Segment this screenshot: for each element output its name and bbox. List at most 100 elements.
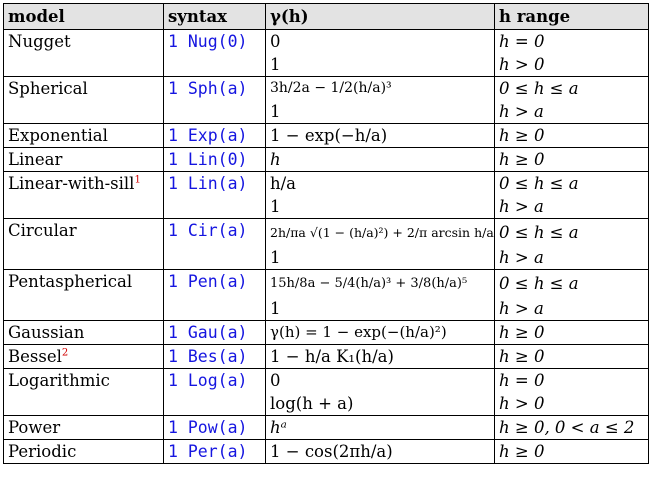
header-range: h range xyxy=(494,3,649,30)
range-cell: 0 ≤ h ≤ a h > a xyxy=(494,218,649,270)
range-line: h > a xyxy=(499,248,544,267)
model-cell: Gaussian xyxy=(3,320,164,345)
model-cell: Linear-with-sill1 xyxy=(3,171,164,219)
gamma-line: 1 xyxy=(270,197,281,216)
table-row-linear: Linear 1 Lin(0) h h ≥ 0 xyxy=(3,147,649,172)
model-cell: Nugget xyxy=(3,29,164,77)
range-line: 0 ≤ h ≤ a xyxy=(499,274,579,293)
table-row-pentaspherical: Pentaspherical 1 Pen(a) 15h/8a − 5/4(h/a… xyxy=(3,269,649,321)
table-row-periodic: Periodic 1 Per(a) 1 − cos(2πh/a) h ≥ 0 xyxy=(3,439,649,464)
model-cell: Linear xyxy=(3,147,164,172)
table-row-bessel: Bessel2 1 Bes(a) 1 − h/a K₁(h/a) h ≥ 0 xyxy=(3,344,649,369)
gamma-line: 1 − exp(−h/a) xyxy=(270,126,388,145)
table-row-power: Power 1 Pow(a) hᵃ h ≥ 0, 0 < a ≤ 2 xyxy=(3,415,649,440)
header-syntax: syntax xyxy=(163,3,266,30)
footnote-mark[interactable]: 1 xyxy=(134,175,140,186)
range-line: h = 0 xyxy=(499,371,545,390)
gamma-line: 0 xyxy=(270,371,281,390)
gamma-line: 2h/πa √(1 − (h/a)²) + 2/π arcsin h/a xyxy=(270,225,494,240)
syntax-cell: 1 Gau(a) xyxy=(163,320,266,345)
gamma-line: 15h/8a − 5/4(h/a)³ + 3/8(h/a)⁵ xyxy=(270,276,468,291)
gamma-line: 3h/2a − 1/2(h/a)³ xyxy=(270,80,392,96)
range-line: 0 ≤ h ≤ a xyxy=(499,79,579,98)
syntax-cell: 1 Lin(a) xyxy=(163,171,266,219)
syntax-cell: 1 Pow(a) xyxy=(163,415,266,440)
range-line: h > a xyxy=(499,299,544,318)
model-label: Bessel xyxy=(8,347,62,366)
range-cell: 0 ≤ h ≤ a h > a xyxy=(494,171,649,219)
range-cell: 0 ≤ h ≤ a h > a xyxy=(494,76,649,124)
table-row-exponential: Exponential 1 Exp(a) 1 − exp(−h/a) h ≥ 0 xyxy=(3,123,649,148)
table-row-nugget: Nugget 1 Nug(0) 0 1 h = 0 h > 0 xyxy=(3,29,649,77)
range-line: h > a xyxy=(499,102,544,121)
syntax-cell: 1 Bes(a) xyxy=(163,344,266,369)
gamma-cell: 1 − h/a K₁(h/a) xyxy=(265,344,495,369)
range-line: h ≥ 0 xyxy=(499,323,545,342)
gamma-line: log(h + a) xyxy=(270,394,354,413)
gamma-cell: 1 − cos(2πh/a) xyxy=(265,439,495,464)
model-cell: Power xyxy=(3,415,164,440)
model-cell: Logarithmic xyxy=(3,368,164,416)
model-cell: Bessel2 xyxy=(3,344,164,369)
syntax-cell: 1 Lin(0) xyxy=(163,147,266,172)
gamma-line: h/a xyxy=(270,174,297,193)
range-cell: h = 0 h > 0 xyxy=(494,368,649,416)
gamma-line: 1 xyxy=(270,248,281,267)
range-cell: h ≥ 0 xyxy=(494,123,649,148)
syntax-cell: 1 Per(a) xyxy=(163,439,266,464)
gamma-cell: 15h/8a − 5/4(h/a)³ + 3/8(h/a)⁵ 1 xyxy=(265,269,495,321)
range-cell: h ≥ 0 xyxy=(494,439,649,464)
model-cell: Exponential xyxy=(3,123,164,148)
gamma-line: 1 xyxy=(270,55,281,74)
range-cell: 0 ≤ h ≤ a h > a xyxy=(494,269,649,321)
model-label: Linear-with-sill xyxy=(8,174,135,193)
range-cell: h ≥ 0 xyxy=(494,147,649,172)
model-cell: Pentaspherical xyxy=(3,269,164,321)
model-cell: Spherical xyxy=(3,76,164,124)
gamma-cell: 0 1 xyxy=(265,29,495,77)
gamma-cell: h/a 1 xyxy=(265,171,495,219)
gamma-line: h xyxy=(270,150,281,169)
table-row-logarithmic: Logarithmic 1 Log(a) 0 log(h + a) h = 0 … xyxy=(3,368,649,416)
gamma-line: 1 − h/a K₁(h/a) xyxy=(270,347,394,366)
range-cell: h ≥ 0 xyxy=(494,344,649,369)
table-row-spherical: Spherical 1 Sph(a) 3h/2a − 1/2(h/a)³ 1 0… xyxy=(3,76,649,124)
gamma-cell: 3h/2a − 1/2(h/a)³ 1 xyxy=(265,76,495,124)
range-line: h ≥ 0, 0 < a ≤ 2 xyxy=(499,418,635,437)
range-line: h ≥ 0 xyxy=(499,126,545,145)
range-cell: h ≥ 0, 0 < a ≤ 2 xyxy=(494,415,649,440)
gamma-line: 0 xyxy=(270,32,281,51)
syntax-cell: 1 Exp(a) xyxy=(163,123,266,148)
gamma-cell: γ(h) = 1 − exp(−(h/a)²) xyxy=(265,320,495,345)
gamma-cell: 0 log(h + a) xyxy=(265,368,495,416)
range-line: h > 0 xyxy=(499,394,545,413)
syntax-cell: 1 Pen(a) xyxy=(163,269,266,321)
range-cell: h = 0 h > 0 xyxy=(494,29,649,77)
model-cell: Periodic xyxy=(3,439,164,464)
range-line: h ≥ 0 xyxy=(499,347,545,366)
gamma-cell: 2h/πa √(1 − (h/a)²) + 2/π arcsin h/a 1 xyxy=(265,218,495,270)
table-row-gaussian: Gaussian 1 Gau(a) γ(h) = 1 − exp(−(h/a)²… xyxy=(3,320,649,345)
table-row-linear-with-sill: Linear-with-sill1 1 Lin(a) h/a 1 0 ≤ h ≤… xyxy=(3,171,649,219)
syntax-cell: 1 Nug(0) xyxy=(163,29,266,77)
header-row: model syntax γ(h) h range xyxy=(3,3,649,30)
table-row-circular: Circular 1 Cir(a) 2h/πa √(1 − (h/a)²) + … xyxy=(3,218,649,270)
footnote-mark[interactable]: 2 xyxy=(62,348,68,359)
gamma-line: γ(h) = 1 − exp(−(h/a)²) xyxy=(270,323,447,341)
gamma-cell: h xyxy=(265,147,495,172)
range-cell: h ≥ 0 xyxy=(494,320,649,345)
variogram-models-table: model syntax γ(h) h range Nugget 1 Nug(0… xyxy=(3,3,649,464)
range-line: 0 ≤ h ≤ a xyxy=(499,223,579,242)
model-cell: Circular xyxy=(3,218,164,270)
gamma-line: 1 − cos(2πh/a) xyxy=(270,442,393,461)
header-model: model xyxy=(3,3,164,30)
syntax-cell: 1 Sph(a) xyxy=(163,76,266,124)
gamma-line: 1 xyxy=(270,102,281,121)
range-line: 0 ≤ h ≤ a xyxy=(499,174,579,193)
range-line: h ≥ 0 xyxy=(499,442,545,461)
gamma-line: hᵃ xyxy=(270,418,287,437)
gamma-cell: 1 − exp(−h/a) xyxy=(265,123,495,148)
gamma-cell: hᵃ xyxy=(265,415,495,440)
syntax-cell: 1 Log(a) xyxy=(163,368,266,416)
range-line: h ≥ 0 xyxy=(499,150,545,169)
